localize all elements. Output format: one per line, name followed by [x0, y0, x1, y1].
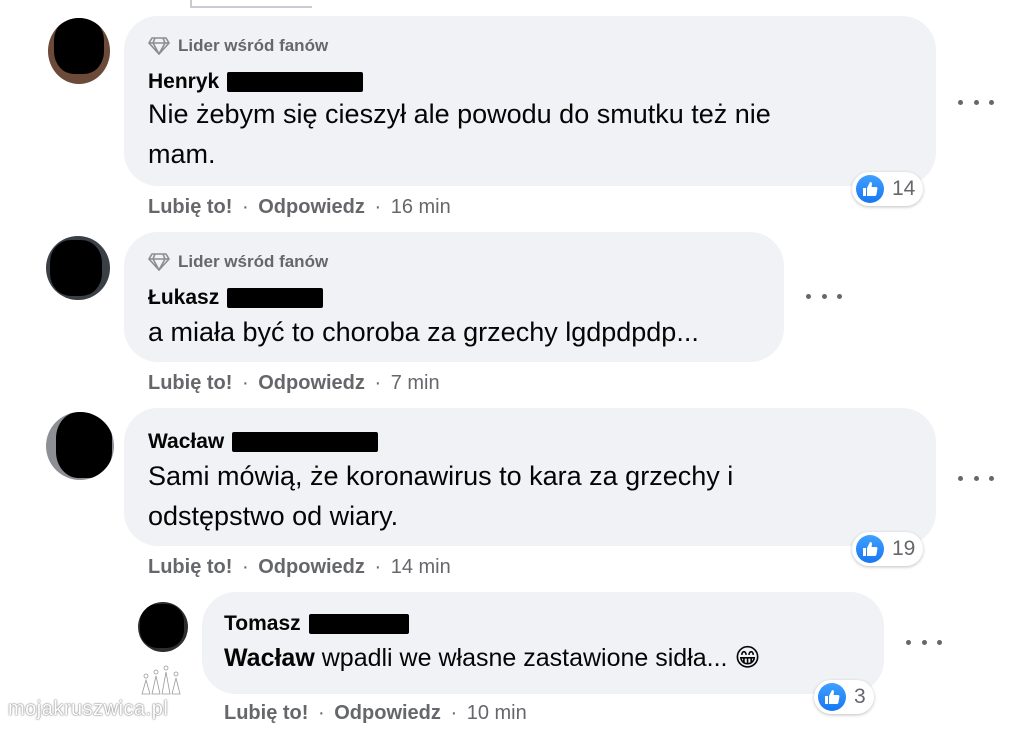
avatar[interactable] [48, 18, 110, 84]
reaction-summary[interactable]: 19 [852, 532, 924, 566]
more-options-icon[interactable] [958, 468, 994, 488]
comment-text-line: Sami mówią, że koronawirus to kara za gr… [148, 461, 734, 491]
like-button[interactable]: Lubię to! [148, 372, 232, 394]
previous-comment-edge [190, 0, 312, 8]
comment-text-line: a miała być to choroba za grzechy lgdpdp… [148, 317, 699, 347]
reply-message: wpadli we własne zastawione sidła... [321, 644, 728, 672]
reply-button[interactable]: Odpowiedz [258, 556, 365, 578]
more-options-icon[interactable] [806, 286, 842, 306]
timestamp[interactable]: 10 min [467, 702, 527, 724]
comment-actions: Lubię to! · Odpowiedz · 7 min [148, 372, 440, 395]
reaction-count: 14 [892, 177, 916, 200]
more-options-icon[interactable] [958, 92, 994, 112]
redaction-bar [227, 72, 364, 92]
fan-badge[interactable]: Lider wśród fanów [148, 252, 328, 272]
comment-text-line: mam. [148, 139, 216, 169]
comment-author[interactable]: Henryk [148, 70, 364, 94]
fan-badge[interactable]: Lider wśród fanów [148, 36, 328, 56]
reaction-count: 3 [854, 685, 866, 708]
comment-author[interactable]: Łukasz [148, 286, 324, 310]
like-button[interactable]: Lubię to! [148, 196, 232, 218]
reply-button[interactable]: Odpowiedz [334, 702, 441, 724]
timestamp[interactable]: 16 min [391, 196, 451, 218]
badge-label: Lider wśród fanów [178, 252, 329, 271]
reaction-summary[interactable]: 14 [852, 172, 924, 206]
separator: · [374, 196, 382, 218]
more-options-icon[interactable] [906, 632, 942, 652]
watermark-logo-icon [141, 665, 181, 695]
grinning-emoji: 😁 [734, 644, 761, 672]
separator: · [242, 372, 249, 394]
avatar[interactable] [46, 236, 110, 300]
reply-text: Wacław wpadli we własne zastawione sidła… [224, 638, 761, 678]
reply-actions: Lubię to! · Odpowiedz · 10 min [224, 702, 527, 725]
comment-actions: Lubię to! · Odpowiedz · 14 min [148, 556, 451, 579]
comment-author[interactable]: Wacław [148, 430, 379, 454]
author-first-name: Łukasz [148, 286, 220, 309]
timestamp[interactable]: 7 min [391, 372, 440, 394]
comment-bubble: Lider wśród fanów Henryk Nie żebym się c… [124, 16, 936, 186]
timestamp[interactable]: 14 min [391, 556, 451, 578]
reply-author[interactable]: Tomasz [224, 612, 409, 636]
redaction-bar [308, 614, 409, 634]
diamond-icon [148, 37, 170, 55]
reaction-summary[interactable]: 3 [814, 680, 874, 714]
reply-button[interactable]: Odpowiedz [258, 196, 365, 218]
reply-button[interactable]: Odpowiedz [258, 372, 365, 394]
avatar[interactable] [46, 412, 114, 480]
watermark-text: mojakruszwica.pl [8, 698, 169, 720]
reply-bubble: Tomasz Wacław wpadli we własne zastawion… [202, 592, 884, 694]
separator: · [450, 702, 458, 724]
comment-text-line: Nie żebym się cieszył ale powodu do smut… [148, 99, 771, 129]
like-icon [856, 175, 884, 203]
separator: · [374, 372, 382, 394]
redaction-bar [227, 288, 324, 308]
like-button[interactable]: Lubię to! [224, 702, 308, 724]
author-first-name: Henryk [148, 70, 220, 93]
avatar[interactable] [138, 602, 188, 652]
comment-bubble: Wacław Sami mówią, że koronawirus to kar… [124, 408, 936, 546]
author-first-name: Wacław [148, 430, 225, 453]
separator: · [242, 556, 249, 578]
redaction-bar [232, 432, 379, 452]
comment-bubble: Lider wśród fanów Łukasz a miała być to … [124, 232, 784, 362]
mention-link[interactable]: Wacław [224, 644, 315, 672]
like-icon [818, 683, 846, 711]
author-first-name: Tomasz [224, 612, 301, 635]
comment-text-line: odstępstwo od wiary. [148, 501, 399, 531]
comment-actions: Lubię to! · Odpowiedz · 16 min [148, 196, 451, 219]
diamond-icon [148, 253, 170, 271]
reaction-count: 19 [892, 537, 916, 560]
like-button[interactable]: Lubię to! [148, 556, 232, 578]
badge-label: Lider wśród fanów [178, 36, 329, 55]
separator: · [318, 702, 325, 724]
separator: · [242, 196, 249, 218]
like-icon [856, 535, 884, 563]
separator: · [374, 556, 382, 578]
